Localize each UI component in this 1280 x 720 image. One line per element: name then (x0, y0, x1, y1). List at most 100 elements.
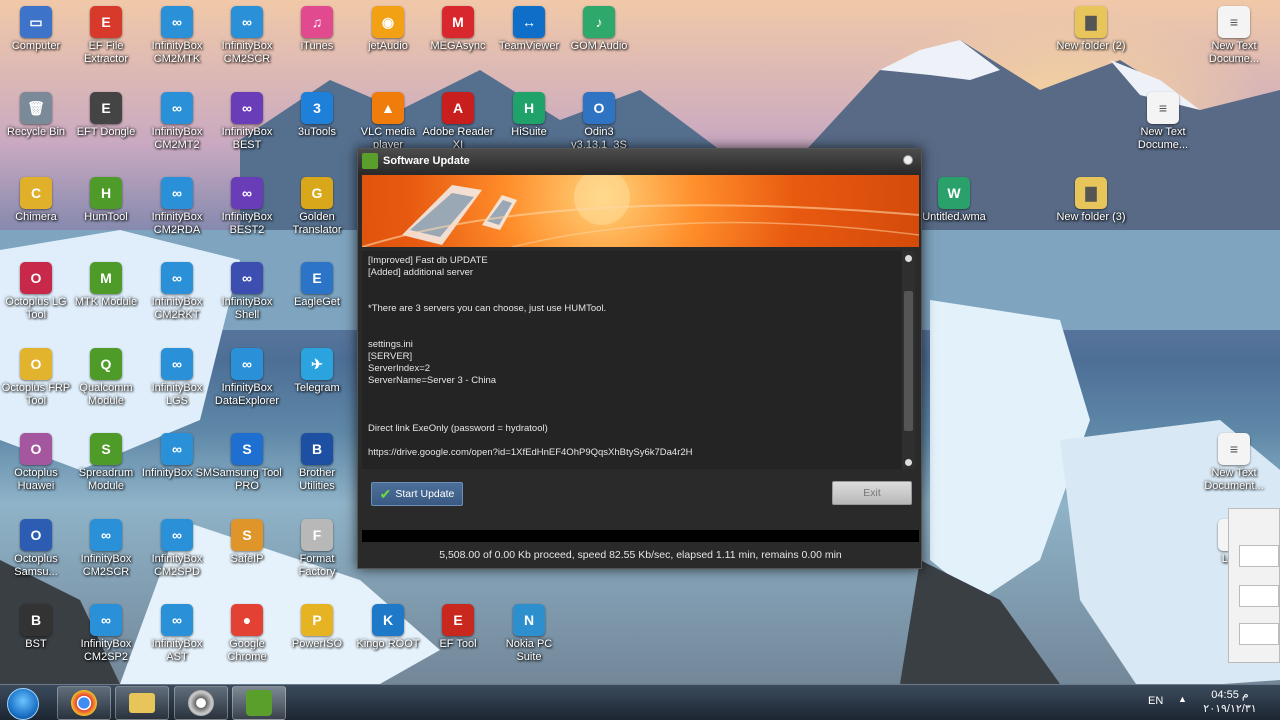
desktop-icon[interactable]: ▇ New folder (3) (1055, 177, 1127, 224)
taskbar-app[interactable] (174, 686, 228, 720)
app-icon: ∞ (161, 519, 193, 551)
panel-record-item[interactable] (1239, 545, 1279, 567)
desktop-icon[interactable]: S Samsung Tool PRO (211, 433, 283, 493)
exit-button[interactable]: Exit (832, 481, 912, 505)
desktop-icon[interactable]: ↔ TeamViewer (493, 6, 565, 53)
clock[interactable]: 04:55 م ٢٠١٩/١٢/٣١ (1200, 688, 1260, 716)
desktop-icon[interactable]: ∞ InfinityBox AST (141, 604, 213, 664)
desktop-icon[interactable]: ∞ InfinityBox DataExplorer (211, 348, 283, 408)
desktop-icon[interactable]: ∞ InfinityBox CM2SPD (141, 519, 213, 579)
desktop-icon[interactable]: P PowerISO (281, 604, 353, 651)
start-button[interactable] (7, 688, 39, 720)
desktop-icon[interactable]: F Format Factory (281, 519, 353, 579)
desktop-icon[interactable]: ≡ New Text Docume... (1127, 92, 1199, 152)
desktop-icon[interactable]: ∞ InfinityBox SM (141, 433, 213, 480)
taskbar-humtool[interactable] (232, 686, 286, 720)
desktop-icon[interactable]: B BST (0, 604, 72, 651)
taskbar-chrome[interactable] (57, 686, 111, 720)
desktop-icon[interactable]: O Octoplus Huawei (0, 433, 72, 493)
desktop-icon[interactable]: ∞ InfinityBox CM2MT2 (141, 92, 213, 152)
app-icon: O (20, 348, 52, 380)
scroll-up-icon[interactable] (905, 255, 912, 262)
desktop-icon[interactable]: ≡ New Text Docume... (1198, 6, 1270, 66)
desktop-icon[interactable]: ✈ Telegram (281, 348, 353, 395)
desktop-icon[interactable]: O Octoplus FRP Tool (0, 348, 72, 408)
folder-icon (129, 693, 155, 713)
desktop-icon[interactable]: ∞ InfinityBox CM2MTK (141, 6, 213, 66)
desktop-icon[interactable]: E EFT Dongle (70, 92, 142, 139)
desktop-icon[interactable]: ♫ iTunes (281, 6, 353, 53)
desktop-icon-label: New Text Document... (1204, 467, 1264, 492)
desktop-icon[interactable]: N Nokia PC Suite (493, 604, 565, 664)
notes-line (368, 387, 896, 399)
desktop-icon-label: MTK Module (74, 296, 138, 308)
desktop-icon[interactable]: ≡ New Text Document... (1198, 433, 1270, 493)
progress-bar (362, 530, 919, 542)
desktop-icon-label: Spreadrum Module (78, 467, 134, 492)
tray-expand-icon[interactable]: ▲ (1178, 694, 1187, 704)
desktop-icon[interactable]: S Spreadrum Module (70, 433, 142, 493)
desktop-icon-label: InfinityBox CM2RKT (151, 296, 203, 321)
notes-scrollbar[interactable] (902, 251, 915, 469)
desktop-icon[interactable]: ∞ InfinityBox CM2SP2 (70, 604, 142, 664)
desktop-icon[interactable]: ◉ jetAudio (352, 6, 424, 53)
desktop-icon[interactable]: S SafeIP (211, 519, 283, 566)
close-icon[interactable] (903, 155, 913, 165)
dialog-titlebar[interactable]: Software Update (358, 149, 921, 173)
desktop-icon[interactable]: ∞ InfinityBox CM2RDA (141, 177, 213, 237)
scroll-thumb[interactable] (904, 291, 913, 431)
desktop-icon[interactable]: O Odin3 v3.13.1_3S (563, 92, 635, 152)
desktop-icon[interactable]: ∞ InfinityBox BEST (211, 92, 283, 152)
desktop-icon[interactable]: E EF File Extractor (70, 6, 142, 66)
desktop-icon[interactable]: O Octoplus Samsu... (0, 519, 72, 579)
desktop-icon[interactable]: H HiSuite (493, 92, 565, 139)
desktop-icon-label: MEGAsync (430, 40, 486, 52)
desktop-icon[interactable]: H HumTool (70, 177, 142, 224)
desktop-icon[interactable]: C Chimera (0, 177, 72, 224)
notes-line (368, 411, 896, 423)
taskbar-explorer[interactable] (115, 686, 169, 720)
desktop-icon[interactable]: ∞ InfinityBox Shell (211, 262, 283, 322)
desktop-icon[interactable]: ∞ InfinityBox CM2SCR (211, 6, 283, 66)
desktop-icon[interactable]: ● Google Chrome (211, 604, 283, 664)
start-update-button[interactable]: ✔ Start Update (371, 482, 463, 506)
humtool-icon (246, 690, 272, 716)
desktop-icon[interactable]: ∞ InfinityBox CM2RKT (141, 262, 213, 322)
scroll-down-icon[interactable] (905, 459, 912, 466)
desktop-icon[interactable]: Q Qualcomm Module (70, 348, 142, 408)
desktop-icon[interactable]: ∞ InfinityBox CM2SCR (70, 519, 142, 579)
desktop-icon[interactable]: G Golden Translator (281, 177, 353, 237)
app-icon: ∞ (231, 177, 263, 209)
app-icon: ∞ (231, 92, 263, 124)
desktop-icon[interactable]: ▭ Computer (0, 6, 72, 53)
desktop-icon[interactable]: ▇ New folder (2) (1055, 6, 1127, 53)
app-icon: ∞ (231, 6, 263, 38)
desktop-icon[interactable]: O Octoplus LG Tool (0, 262, 72, 322)
desktop-icon-label: InfinityBox CM2SCR (221, 40, 273, 65)
desktop-icon[interactable]: B Brother Utilities (281, 433, 353, 493)
desktop-icon[interactable]: A Adobe Reader XI (422, 92, 494, 152)
desktop-icon-label: Samsung Tool PRO (212, 467, 282, 492)
desktop-icon[interactable]: 3 3uTools (281, 92, 353, 139)
desktop-icon[interactable]: W Untitled.wma (918, 177, 990, 224)
desktop-icon[interactable]: ∞ InfinityBox BEST2 (211, 177, 283, 237)
desktop-icon[interactable]: E EF Tool (422, 604, 494, 651)
app-icon: ≡ (1218, 433, 1250, 465)
desktop-icon[interactable]: ♪ GOM Audio (563, 6, 635, 53)
desktop-icon[interactable]: 🗑 Recycle Bin (0, 92, 72, 139)
desktop-icon[interactable]: ▲ VLC media player (352, 92, 424, 152)
language-indicator[interactable]: EN (1148, 695, 1163, 707)
panel-checkbox-item[interactable] (1239, 585, 1279, 607)
desktop-icon[interactable]: M MTK Module (70, 262, 142, 309)
aperture-icon (188, 690, 214, 716)
release-notes[interactable]: [Improved] Fast db UPDATE [Added] additio… (362, 251, 902, 469)
notes-line: Direct link ExeOnly (password = hydratoo… (368, 423, 548, 434)
app-icon: ♫ (301, 6, 333, 38)
desktop-icon[interactable]: ∞ InfinityBox LGS (141, 348, 213, 408)
app-icon: 3 (301, 92, 333, 124)
desktop-icon[interactable]: M MEGAsync (422, 6, 494, 53)
desktop-icon-label: InfinityBox AST (151, 638, 203, 663)
panel-close-item[interactable] (1239, 623, 1279, 645)
desktop-icon[interactable]: K Kingo ROOT (352, 604, 424, 651)
desktop-icon[interactable]: E EagleGet (281, 262, 353, 309)
